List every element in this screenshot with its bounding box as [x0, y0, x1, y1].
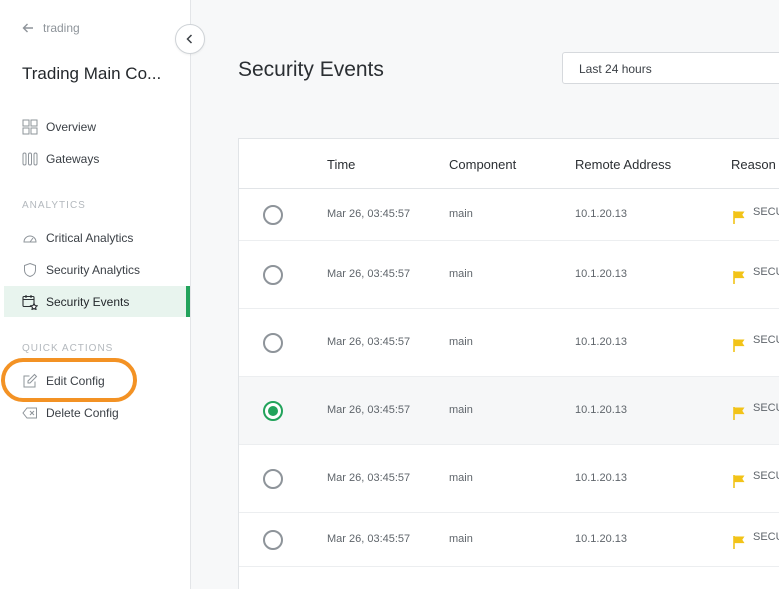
- sidebar-item-gateways[interactable]: Gateways: [4, 143, 190, 174]
- address-cell: 10.1.20.13: [575, 336, 627, 348]
- reason-cell: SECU: [753, 334, 779, 346]
- address-cell: 10.1.20.13: [575, 404, 627, 416]
- table-row[interactable]: Mar 26, 03:45:57 main 10.1.20.13 SECU: [239, 513, 779, 567]
- app-title: Trading Main Co...: [22, 64, 162, 83]
- flag-icon: [733, 211, 745, 224]
- edit-icon: [23, 373, 38, 387]
- time-range-select[interactable]: Last 24 hours: [562, 52, 779, 84]
- sidebar-item-critical-analytics[interactable]: Critical Analytics: [4, 222, 190, 253]
- time-cell: Mar 26, 03:45:57: [327, 336, 411, 348]
- address-cell: 10.1.20.13: [575, 472, 627, 484]
- sidebar: trading Trading Main Co... Overview Gate…: [0, 0, 191, 589]
- row-radio[interactable]: [263, 333, 283, 353]
- component-cell: main: [449, 336, 473, 348]
- grid-icon: [22, 119, 38, 134]
- flag-icon: [733, 536, 745, 549]
- sidebar-item-security-analytics[interactable]: Security Analytics: [4, 254, 190, 285]
- column-header-reason[interactable]: Reason: [731, 157, 776, 172]
- sidebar-item-label: Security Events: [46, 294, 130, 309]
- back-label: trading: [43, 21, 80, 35]
- flag-icon: [733, 271, 745, 284]
- row-radio[interactable]: [263, 265, 283, 285]
- sidebar-item-security-events[interactable]: Security Events: [4, 286, 190, 317]
- address-cell: 10.1.20.13: [575, 533, 627, 545]
- component-cell: main: [449, 404, 473, 416]
- sidebar-item-label: Overview: [46, 119, 97, 134]
- arrow-left-icon: [22, 23, 33, 33]
- address-cell: 10.1.20.13: [575, 208, 627, 220]
- time-cell: Mar 26, 03:45:57: [327, 208, 411, 220]
- shield-icon: [24, 262, 36, 277]
- reason-cell: SECU: [753, 402, 779, 414]
- component-cell: main: [449, 472, 473, 484]
- table-row[interactable]: Mar 26, 03:45:57 main 10.1.20.13 SECU: [239, 445, 779, 513]
- delete-tag-icon: [22, 407, 37, 418]
- table-row[interactable]: Mar 26, 03:45:57 main 10.1.20.13 SECU: [239, 377, 779, 445]
- sidebar-item-label: Critical Analytics: [46, 230, 134, 245]
- time-cell: Mar 26, 03:45:57: [327, 533, 411, 545]
- table-row[interactable]: Mar 26, 03:45:57 main 10.1.20.13 SECU: [239, 241, 779, 309]
- chevron-left-icon: [186, 34, 193, 44]
- events-table: Time Component Remote Address Reason Mar…: [238, 138, 779, 589]
- gateway-icon: [22, 152, 38, 165]
- sidebar-item-label: Gateways: [46, 151, 100, 166]
- gauge-icon: [23, 235, 37, 242]
- delete-config-button[interactable]: Delete Config: [4, 397, 190, 428]
- sidebar-item-label: Edit Config: [46, 373, 105, 388]
- component-cell: main: [449, 208, 473, 220]
- back-link[interactable]: trading: [22, 20, 80, 36]
- time-cell: Mar 26, 03:45:57: [327, 472, 411, 484]
- address-cell: 10.1.20.13: [575, 268, 627, 280]
- column-header-component[interactable]: Component: [449, 157, 516, 172]
- main-content: Security Events Last 24 hours Time Compo…: [191, 0, 779, 589]
- section-label-quick-actions: QUICK ACTIONS: [22, 343, 114, 354]
- row-radio[interactable]: [263, 401, 283, 421]
- time-cell: Mar 26, 03:45:57: [327, 268, 411, 280]
- component-cell: main: [449, 533, 473, 545]
- calendar-star-icon: [22, 294, 38, 310]
- component-cell: main: [449, 268, 473, 280]
- flag-icon: [733, 475, 745, 488]
- page-title: Security Events: [238, 58, 384, 81]
- table-header: Time Component Remote Address Reason: [239, 139, 779, 189]
- row-radio[interactable]: [263, 205, 283, 225]
- row-radio[interactable]: [263, 530, 283, 550]
- table-row[interactable]: Mar 26, 03:45:57 main 10.1.20.13 SECU: [239, 189, 779, 241]
- flag-icon: [733, 407, 745, 420]
- reason-cell: SECU: [753, 266, 779, 278]
- section-label-analytics: ANALYTICS: [22, 200, 86, 211]
- column-header-remote-address[interactable]: Remote Address: [575, 157, 671, 172]
- column-header-time[interactable]: Time: [327, 157, 355, 172]
- reason-cell: SECU: [753, 470, 779, 482]
- reason-cell: SECU: [753, 531, 779, 543]
- sidebar-item-label: Security Analytics: [46, 262, 141, 277]
- edit-config-button[interactable]: Edit Config: [4, 365, 190, 396]
- sidebar-item-overview[interactable]: Overview: [4, 111, 190, 142]
- table-row[interactable]: Mar 26, 03:45:57 main 10.1.20.13 SECU: [239, 309, 779, 377]
- time-cell: Mar 26, 03:45:57: [327, 404, 411, 416]
- row-radio[interactable]: [263, 469, 283, 489]
- flag-icon: [733, 339, 745, 352]
- collapse-sidebar-button[interactable]: [175, 24, 205, 54]
- sidebar-item-label: Delete Config: [46, 405, 119, 420]
- reason-cell: SECU: [753, 206, 779, 218]
